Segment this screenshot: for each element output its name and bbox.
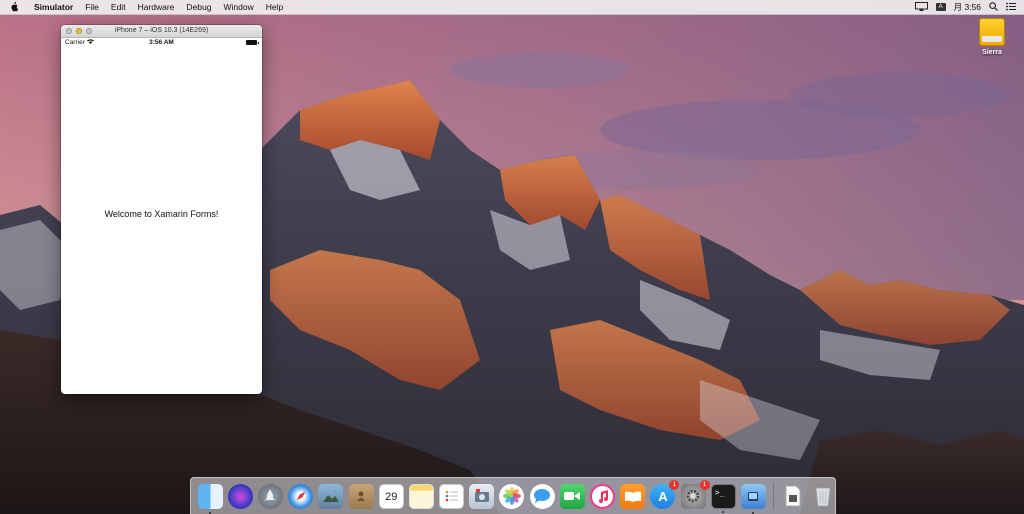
desktop-drive-sierra[interactable]: Sierra xyxy=(974,18,1010,56)
notes-icon[interactable] xyxy=(408,483,434,509)
calendar-day: 29 xyxy=(385,490,398,503)
preview-photos-icon[interactable] xyxy=(318,483,344,509)
menu-edit[interactable]: Edit xyxy=(105,0,132,14)
zoom-window-button[interactable] xyxy=(86,28,92,34)
app-store-badge: 1 xyxy=(669,479,680,490)
ibooks-icon[interactable] xyxy=(620,483,646,509)
menu-help[interactable]: Help xyxy=(260,0,289,14)
spotlight-search-icon[interactable] xyxy=(989,1,998,13)
status-time: 3:56 AM xyxy=(149,39,174,46)
safari-compass-icon[interactable] xyxy=(288,483,314,509)
ios-status-bar: Carrier 3:56 AM xyxy=(61,38,262,48)
dock-separator xyxy=(772,482,774,510)
input-source-indicator[interactable]: A xyxy=(935,3,946,11)
battery-icon xyxy=(246,40,259,45)
status-menus: A 月 3:56 xyxy=(914,0,1016,14)
apple-menu-icon[interactable] xyxy=(8,1,20,13)
app-store-icon[interactable]: A 1 xyxy=(650,479,680,509)
calendar-icon[interactable]: 29 xyxy=(378,483,404,509)
messages-bubble-icon[interactable] xyxy=(529,483,555,509)
welcome-label: Welcome to Xamarin Forms! xyxy=(104,209,219,219)
itunes-music-icon[interactable] xyxy=(590,483,616,509)
system-preferences-badge: 1 xyxy=(699,479,710,490)
document-file-icon[interactable] xyxy=(780,484,805,509)
airplay-display-icon[interactable] xyxy=(914,1,928,13)
xcode-simulator-icon[interactable] xyxy=(740,483,766,514)
photos-flower-icon[interactable] xyxy=(499,483,525,509)
menubar-clock[interactable]: 月 3:56 xyxy=(954,1,981,13)
drive-label: Sierra xyxy=(982,49,1002,56)
photo-booth-icon[interactable] xyxy=(469,483,495,509)
window-title: iPhone 7 – iOS 10.3 (14E269) xyxy=(114,27,209,34)
system-preferences-gear-icon[interactable]: 1 xyxy=(680,479,710,509)
window-titlebar[interactable]: iPhone 7 – iOS 10.3 (14E269) xyxy=(61,25,262,38)
menu-app-simulator[interactable]: Simulator xyxy=(28,0,79,14)
menu-window[interactable]: Window xyxy=(217,0,259,14)
siri-icon[interactable] xyxy=(227,483,253,509)
window-controls xyxy=(66,28,92,34)
minimize-window-button[interactable] xyxy=(76,28,82,34)
running-indicator xyxy=(752,511,755,514)
running-indicator xyxy=(209,511,212,514)
running-indicator xyxy=(722,510,725,513)
menu-bar: Simulator File Edit Hardware Debug Windo… xyxy=(0,0,1024,15)
menu-file[interactable]: File xyxy=(79,0,105,14)
dock: 29 A 1 1 >_ xyxy=(190,477,836,514)
notification-center-icon[interactable] xyxy=(1006,2,1016,13)
menu-debug[interactable]: Debug xyxy=(180,0,217,14)
hard-drive-icon xyxy=(979,18,1005,46)
facetime-camera-icon[interactable] xyxy=(559,483,585,509)
close-window-button[interactable] xyxy=(66,28,72,34)
menu-hardware[interactable]: Hardware xyxy=(132,0,181,14)
trash-icon[interactable] xyxy=(810,484,835,509)
simulator-window: iPhone 7 – iOS 10.3 (14E269) Carrier 3:5… xyxy=(61,25,262,394)
launchpad-rocket-icon[interactable] xyxy=(257,483,283,509)
contacts-book-icon[interactable] xyxy=(348,483,374,509)
reminders-list-icon[interactable] xyxy=(439,483,465,509)
terminal-icon[interactable]: >_ xyxy=(710,483,736,513)
finder-icon[interactable] xyxy=(197,483,223,514)
